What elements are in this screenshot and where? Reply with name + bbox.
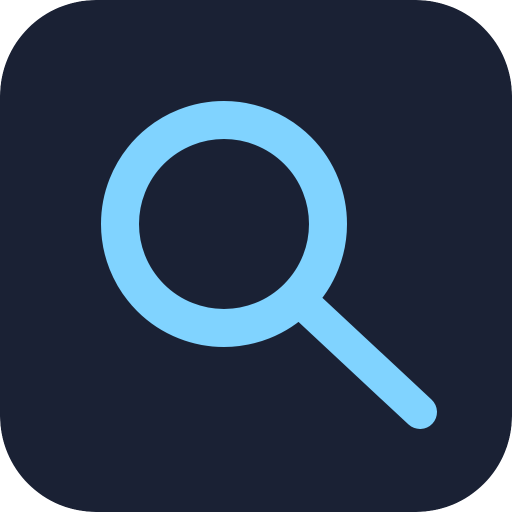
icon-background [0,0,512,512]
search-app-icon[interactable] [0,0,512,512]
search-icon [0,0,512,512]
